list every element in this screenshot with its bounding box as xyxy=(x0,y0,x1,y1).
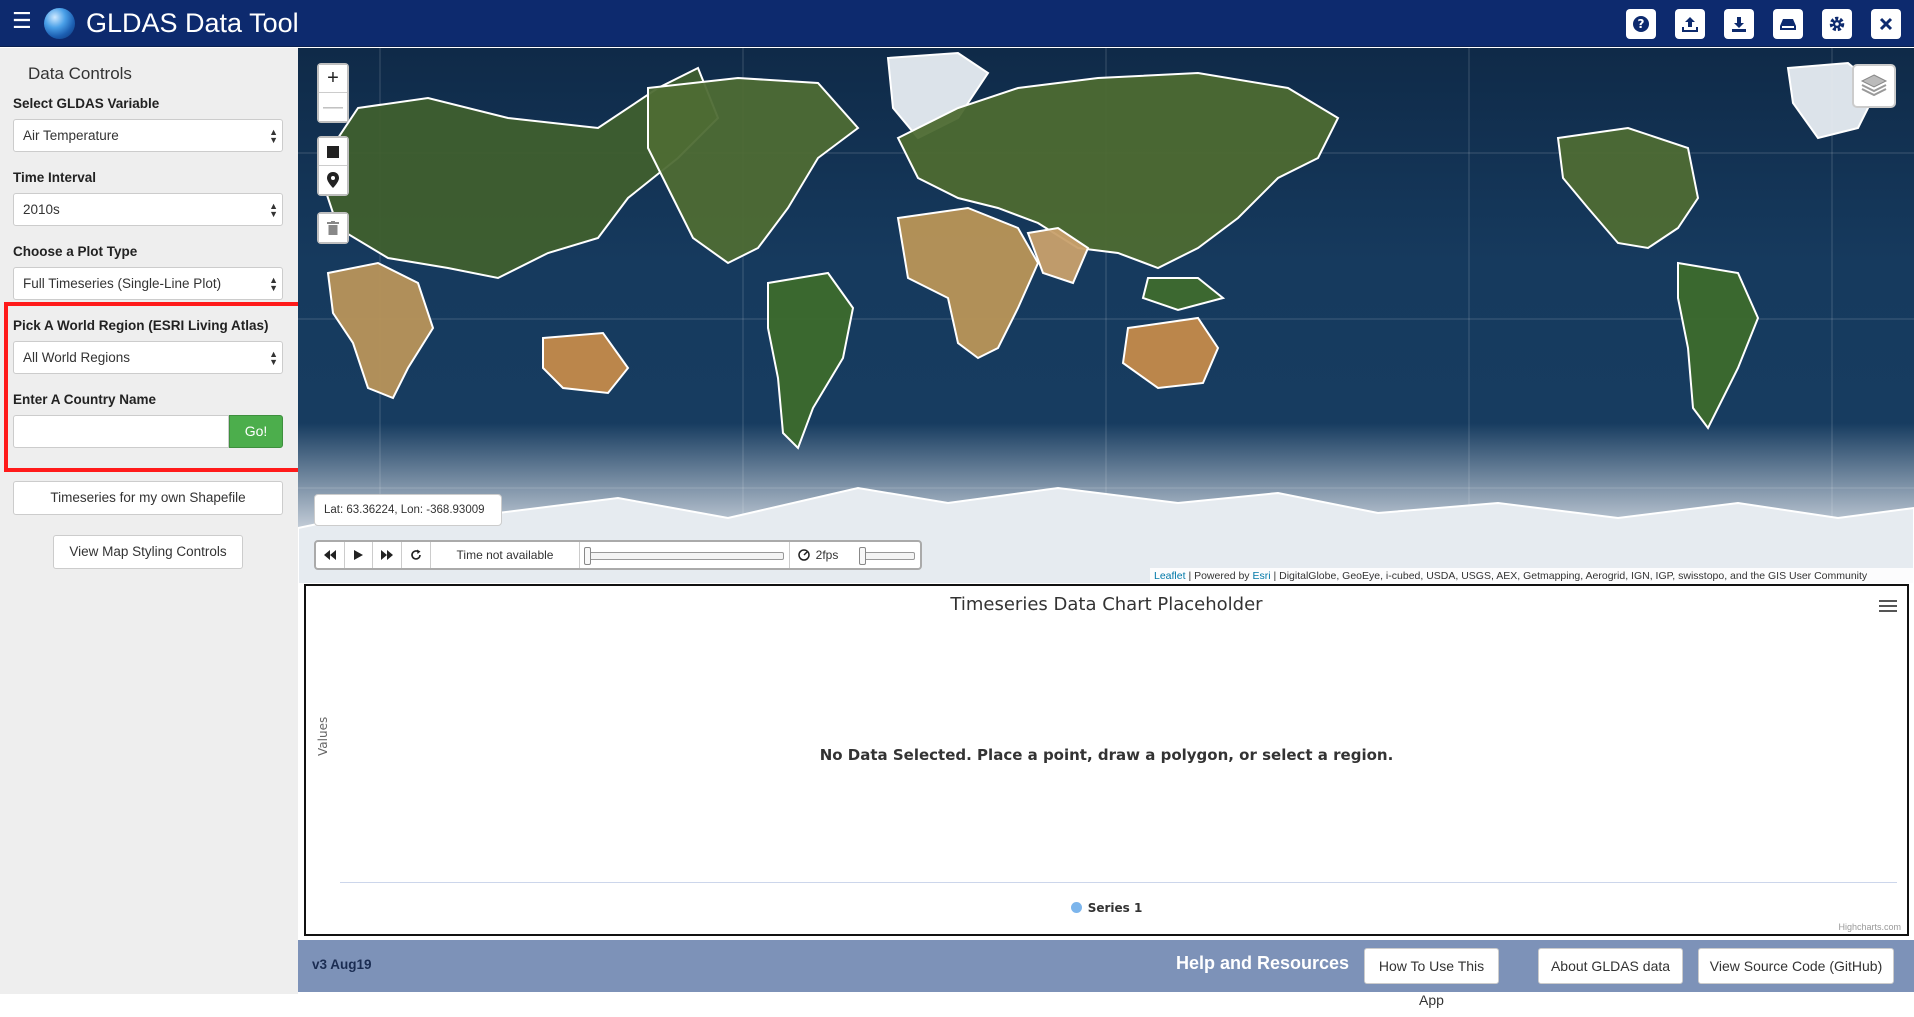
settings-icon xyxy=(1829,16,1845,32)
download-button[interactable] xyxy=(1724,9,1754,39)
play-icon xyxy=(354,550,364,560)
variable-select[interactable]: Air Temperature ▲ ▼ xyxy=(13,119,283,152)
time-slider[interactable] xyxy=(580,542,790,568)
sidebar: Data Controls Select GLDAS Variable Air … xyxy=(0,48,298,994)
view-source-button[interactable]: View Source Code (GitHub) xyxy=(1698,948,1894,984)
zoom-control: + — xyxy=(317,63,349,123)
time-interval-select-value: 2010s xyxy=(23,202,60,217)
sidebar-heading: Data Controls xyxy=(28,64,132,83)
layers-icon xyxy=(1860,74,1888,97)
svg-text:?: ? xyxy=(1638,17,1645,31)
menu-icon[interactable]: ☰ xyxy=(12,11,32,33)
download-icon xyxy=(1732,17,1746,32)
world-map[interactable] xyxy=(298,48,1914,584)
speed-icon xyxy=(797,549,810,561)
esri-link[interactable]: Esri xyxy=(1252,570,1270,582)
app-header: ☰ GLDAS Data Tool ? xyxy=(0,0,1914,47)
zoom-out-button[interactable]: — xyxy=(319,93,347,121)
refresh-icon xyxy=(410,549,421,560)
speed-slider-knob[interactable] xyxy=(858,547,866,565)
time-dimension-control: Time not available 2fps xyxy=(314,540,922,570)
loop-button[interactable] xyxy=(402,542,431,568)
how-to-use-button[interactable]: How To Use This App xyxy=(1364,948,1499,1008)
help-resources-heading: Help and Resources xyxy=(1176,953,1350,973)
speed-control: 2fps xyxy=(790,542,859,568)
about-gldas-button[interactable]: About GLDAS data xyxy=(1538,948,1683,984)
map-attribution: Leaflet | Powered by Esri | DigitalGlobe… xyxy=(1150,568,1914,584)
draw-marker-button[interactable] xyxy=(319,166,347,194)
help-button[interactable]: ? xyxy=(1626,9,1656,39)
map-marker-icon xyxy=(327,172,339,188)
app-title: GLDAS Data Tool xyxy=(86,8,299,38)
time-interval-label: Time Interval xyxy=(13,170,97,185)
plot-type-select-value: Full Timeseries (Single-Line Plot) xyxy=(23,276,222,291)
coordinates-display: Lat: 63.36224, Lon: -368.93009 xyxy=(314,494,502,526)
plot-type-select[interactable]: Full Timeseries (Single-Line Plot) ▲ ▼ xyxy=(13,267,283,300)
storage-button[interactable] xyxy=(1773,9,1803,39)
version-label: v3 Aug19 xyxy=(312,957,372,972)
backward-button[interactable] xyxy=(316,542,345,568)
upload-icon xyxy=(1682,17,1698,32)
close-icon xyxy=(1879,17,1893,31)
draw-rectangle-button[interactable] xyxy=(319,138,347,166)
trash-icon xyxy=(327,221,339,235)
highlight-box xyxy=(4,302,308,472)
leaflet-link[interactable]: Leaflet xyxy=(1154,570,1186,582)
map-styling-button[interactable]: View Map Styling Controls xyxy=(53,535,243,569)
speed-slider[interactable] xyxy=(858,542,920,568)
variable-label: Select GLDAS Variable xyxy=(13,96,160,111)
chart-no-data-message: No Data Selected. Place a point, draw a … xyxy=(819,746,1394,764)
delete-toolbar xyxy=(317,212,349,244)
time-slider-knob[interactable] xyxy=(584,547,592,565)
legend-series-name: Series 1 xyxy=(1087,901,1143,915)
map-imagery xyxy=(298,48,1914,584)
zoom-in-button[interactable]: + xyxy=(319,65,347,93)
chart-menu-icon[interactable] xyxy=(1879,600,1897,614)
plot-type-label: Choose a Plot Type xyxy=(13,244,138,259)
variable-select-value: Air Temperature xyxy=(23,128,119,143)
upload-button[interactable] xyxy=(1675,9,1705,39)
time-label: Time not available xyxy=(431,542,581,568)
chart-legend-item[interactable]: Series 1 xyxy=(306,901,1907,915)
close-button[interactable] xyxy=(1871,9,1901,39)
rewind-icon xyxy=(323,550,336,560)
settings-button[interactable] xyxy=(1822,9,1852,39)
series-color-icon xyxy=(1070,902,1082,913)
globe-logo xyxy=(44,8,75,39)
footer-bar: v3 Aug19 Help and Resources How To Use T… xyxy=(298,940,1914,1008)
chart-x-axis-line xyxy=(340,882,1897,883)
help-icon: ? xyxy=(1633,16,1649,32)
time-interval-select[interactable]: 2010s ▲ ▼ xyxy=(13,193,283,226)
fps-label: 2fps xyxy=(815,548,839,562)
play-button[interactable] xyxy=(345,542,374,568)
select-arrows-icon: ▲ ▼ xyxy=(269,201,278,219)
square-icon xyxy=(327,145,339,158)
speed-slider-track xyxy=(860,552,915,560)
layers-button[interactable] xyxy=(1852,64,1896,108)
select-arrows-icon: ▲ ▼ xyxy=(269,127,278,145)
attribution-powered: | Powered by xyxy=(1185,570,1253,582)
delete-shapes-button[interactable] xyxy=(319,214,347,242)
draw-toolbar xyxy=(317,136,349,196)
chart-credits[interactable]: Highcharts.com xyxy=(1838,922,1901,932)
hdd-icon xyxy=(1780,19,1796,30)
chart-title: Timeseries Data Chart Placeholder xyxy=(950,594,1263,615)
forward-button[interactable] xyxy=(373,542,402,568)
select-arrows-icon: ▲ ▼ xyxy=(269,275,278,293)
time-slider-track xyxy=(586,552,785,560)
attribution-sources: | DigitalGlobe, GeoEye, i-cubed, USDA, U… xyxy=(1270,570,1868,582)
timeseries-chart: Timeseries Data Chart Placeholder Values… xyxy=(304,584,1909,936)
fast-forward-icon xyxy=(381,550,394,560)
shapefile-timeseries-button[interactable]: Timeseries for my own Shapefile xyxy=(13,481,283,515)
